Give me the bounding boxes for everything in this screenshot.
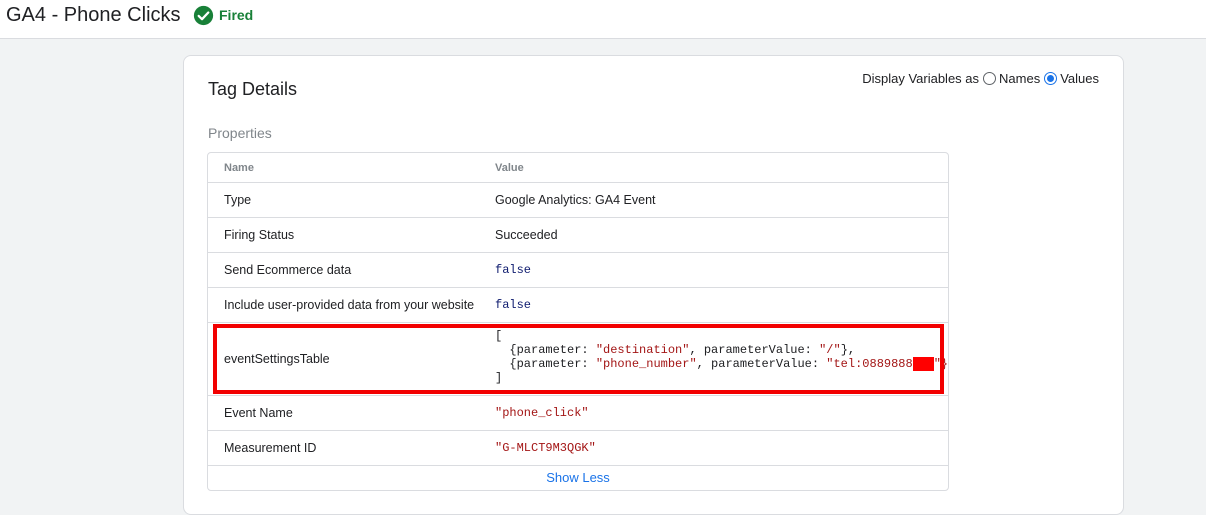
show-less-row: Show Less [208,466,948,490]
column-header-value: Value [495,162,524,174]
code-line: ] [495,371,503,385]
status-badge: Fired [193,4,253,26]
code-line: {parameter: "destination", parameterValu… [495,343,948,357]
table-row: Measurement ID "G-MLCT9M3QGK" [208,431,948,466]
properties-table: Name Value Type Google Analytics: GA4 Ev… [207,152,949,491]
values-radio-label[interactable]: Values [1060,71,1099,86]
table-row: Send Ecommerce data false [208,253,948,288]
table-row: Include user-provided data from your web… [208,288,948,323]
row-name: Send Ecommerce data [224,263,352,277]
show-less-button[interactable]: Show Less [546,470,610,485]
top-bar: GA4 - Phone Clicks Fired [0,0,1206,39]
code-line: [ [495,329,503,343]
row-name: Include user-provided data from your web… [224,298,475,312]
row-value: Google Analytics: GA4 Event [495,193,656,207]
row-value: false [495,298,532,312]
row-name: Measurement ID [224,441,317,455]
names-radio[interactable] [983,72,997,85]
display-variables-toggle: Display Variables as Names Values [862,71,1099,86]
values-radio[interactable] [1044,72,1058,85]
row-value: Succeeded [495,228,558,242]
row-name: Type [224,193,252,207]
card-title: Tag Details [208,79,298,99]
row-name: Event Name [224,406,293,420]
table-row: Type Google Analytics: GA4 Event [208,183,948,218]
redaction-box [912,357,934,371]
row-value: false [495,263,532,277]
event-settings-code: [ {parameter: "destination", parameterVa… [495,329,948,385]
status-label: Fired [219,7,254,23]
table-row-event-settings: eventSettingsTable [ {parameter: "destin… [208,323,948,396]
row-value: "phone_click" [495,406,589,420]
properties-section-label: Properties [208,125,272,141]
display-variables-label: Display Variables as [862,71,980,86]
column-header-name: Name [224,162,254,174]
table-header-row: Name Value [208,153,948,183]
table-row: Event Name "phone_click" [208,396,948,431]
code-line-tail: "} [933,357,949,371]
row-name: Firing Status [224,228,295,242]
code-line: {parameter: "phone_number", parameterVal… [495,357,948,371]
row-name: eventSettingsTable [224,352,330,366]
names-radio-label[interactable]: Names [999,71,1040,86]
check-circle-icon [193,5,214,25]
tag-details-card: Tag Details Display Variables as Names V… [183,55,1124,515]
table-row: Firing Status Succeeded [208,218,948,253]
code-line-text: {parameter: "phone_number", parameterVal… [495,357,913,371]
code-line-text: {parameter: "destination", parameterValu… [495,343,856,357]
row-value: "G-MLCT9M3QGK" [495,441,596,455]
tag-title: GA4 - Phone Clicks [6,4,181,26]
